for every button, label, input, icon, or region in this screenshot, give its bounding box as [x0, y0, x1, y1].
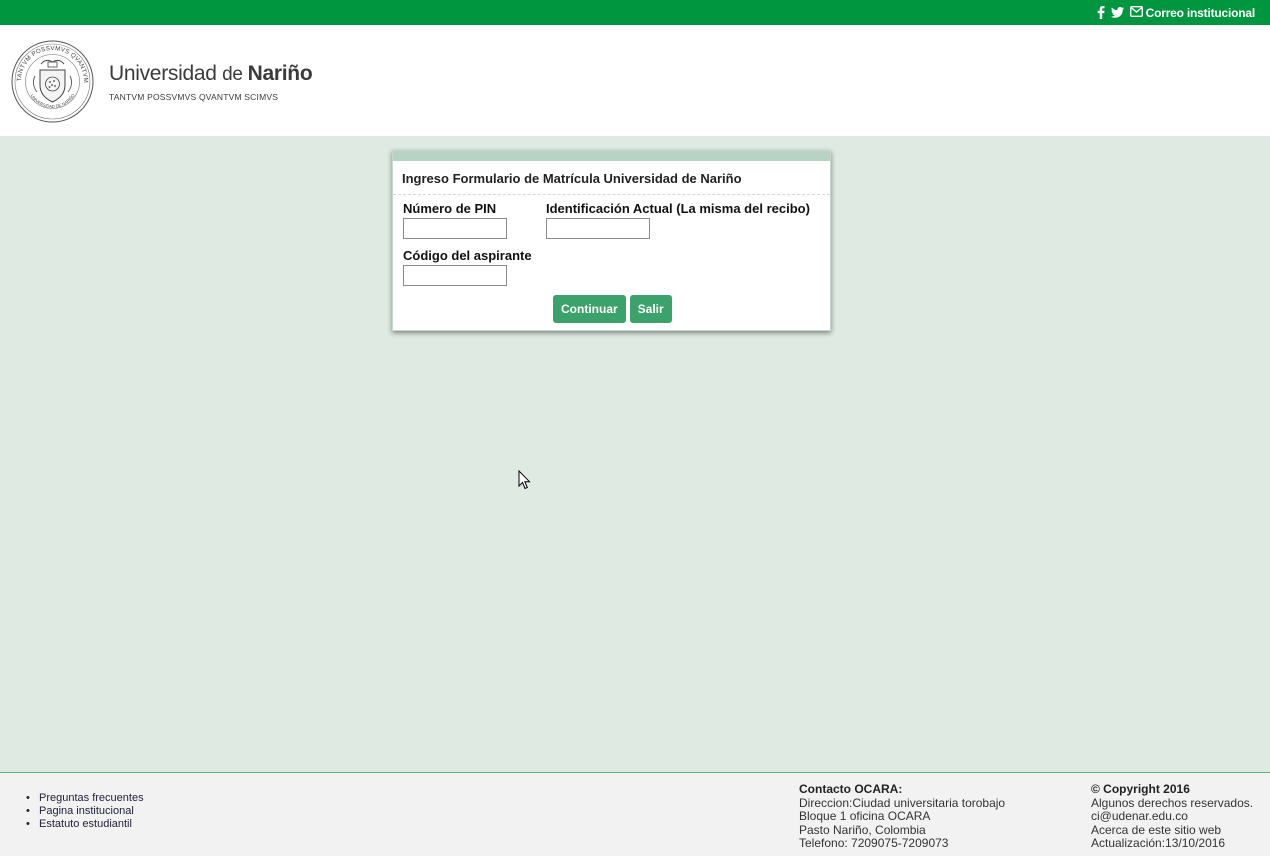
- footer-links: Preguntas frecuentes Pagina instituciona…: [26, 792, 144, 831]
- mail-icon: [1129, 5, 1143, 20]
- mail-link-label: Correo institucional: [1145, 5, 1256, 20]
- code-input[interactable]: [403, 265, 507, 286]
- contact-city: Pasto Nariño, Colombia: [799, 822, 926, 837]
- social-links: Correo institucional: [1097, 0, 1255, 25]
- code-field: Código del aspirante: [403, 248, 532, 286]
- brand: Universidad de Nariño TANTVM POSSVMVS QV…: [109, 62, 313, 102]
- code-label: Código del aspirante: [403, 248, 532, 263]
- panel-title: Ingreso Formulario de Matrícula Universi…: [393, 161, 830, 195]
- pin-input[interactable]: [403, 218, 507, 239]
- continue-button[interactable]: Continuar: [553, 295, 626, 323]
- site-header: TANTVM POSSVMVS QVANTVM SCIMVS UNIVERSID…: [0, 25, 1270, 136]
- footer-link-statute[interactable]: Estatuto estudiantil: [26, 818, 144, 831]
- university-seal-logo[interactable]: TANTVM POSSVMVS QVANTVM SCIMVS UNIVERSID…: [11, 40, 94, 123]
- facebook-icon[interactable]: [1097, 6, 1105, 20]
- login-panel: Ingreso Formulario de Matrícula Universi…: [392, 150, 831, 331]
- university-motto: TANTVM POSSVMVS QVANTVM SCIMVS: [109, 92, 279, 102]
- twitter-icon[interactable]: [1110, 6, 1124, 20]
- form-buttons: Continuar Salir: [553, 295, 672, 323]
- about-site-link[interactable]: Acerca de este sitio web: [1091, 823, 1253, 838]
- contact-office: Bloque 1 oficina OCARA: [799, 809, 931, 823]
- pin-field: Número de PIN: [403, 201, 507, 239]
- contact-address: Direccion:Ciudad universitaria torobajo: [799, 795, 1006, 810]
- pin-label: Número de PIN: [403, 201, 497, 216]
- contact-email-link[interactable]: ci@udenar.edu.co: [1091, 809, 1253, 824]
- id-label: Identificación Actual (La misma del reci…: [546, 201, 810, 216]
- registration-form: Número de PIN Identificación Actual (La …: [393, 195, 830, 335]
- institutional-mail-link[interactable]: Correo institucional: [1129, 5, 1256, 20]
- contact-phone: Telefono: 7209075-7209073: [799, 836, 949, 850]
- id-field: Identificación Actual (La misma del reci…: [546, 201, 810, 239]
- footer-link-faq[interactable]: Preguntas frecuentes: [26, 792, 144, 805]
- main-content: Ingreso Formulario de Matrícula Universi…: [0, 136, 1270, 772]
- footer-link-institutional[interactable]: Pagina institucional: [26, 805, 144, 818]
- site-footer: Preguntas frecuentes Pagina instituciona…: [0, 772, 1270, 856]
- brand-name-prefix: Universidad: [109, 62, 223, 85]
- brand-name-bold: Nariño: [247, 62, 313, 85]
- footer-contact: Contacto OCARA: Direccion:Ciudad univers…: [799, 782, 1006, 851]
- brand-name-de: de: [222, 64, 248, 85]
- copyright-title: © Copyright 2016: [1091, 782, 1190, 796]
- panel-header-bar: [393, 151, 830, 161]
- top-bar: Correo institucional: [0, 0, 1270, 25]
- contact-title: Contacto OCARA:: [799, 782, 903, 796]
- last-updated: Actualización:13/10/2016: [1091, 836, 1226, 850]
- rights-reserved: Algunos derechos reservados.: [1091, 795, 1254, 810]
- id-input[interactable]: [546, 218, 650, 239]
- footer-copyright: © Copyright 2016 Algunos derechos reserv…: [1091, 782, 1254, 851]
- exit-button[interactable]: Salir: [629, 295, 672, 323]
- mouse-cursor-icon: [518, 470, 531, 490]
- university-name[interactable]: Universidad de Nariño: [109, 62, 313, 86]
